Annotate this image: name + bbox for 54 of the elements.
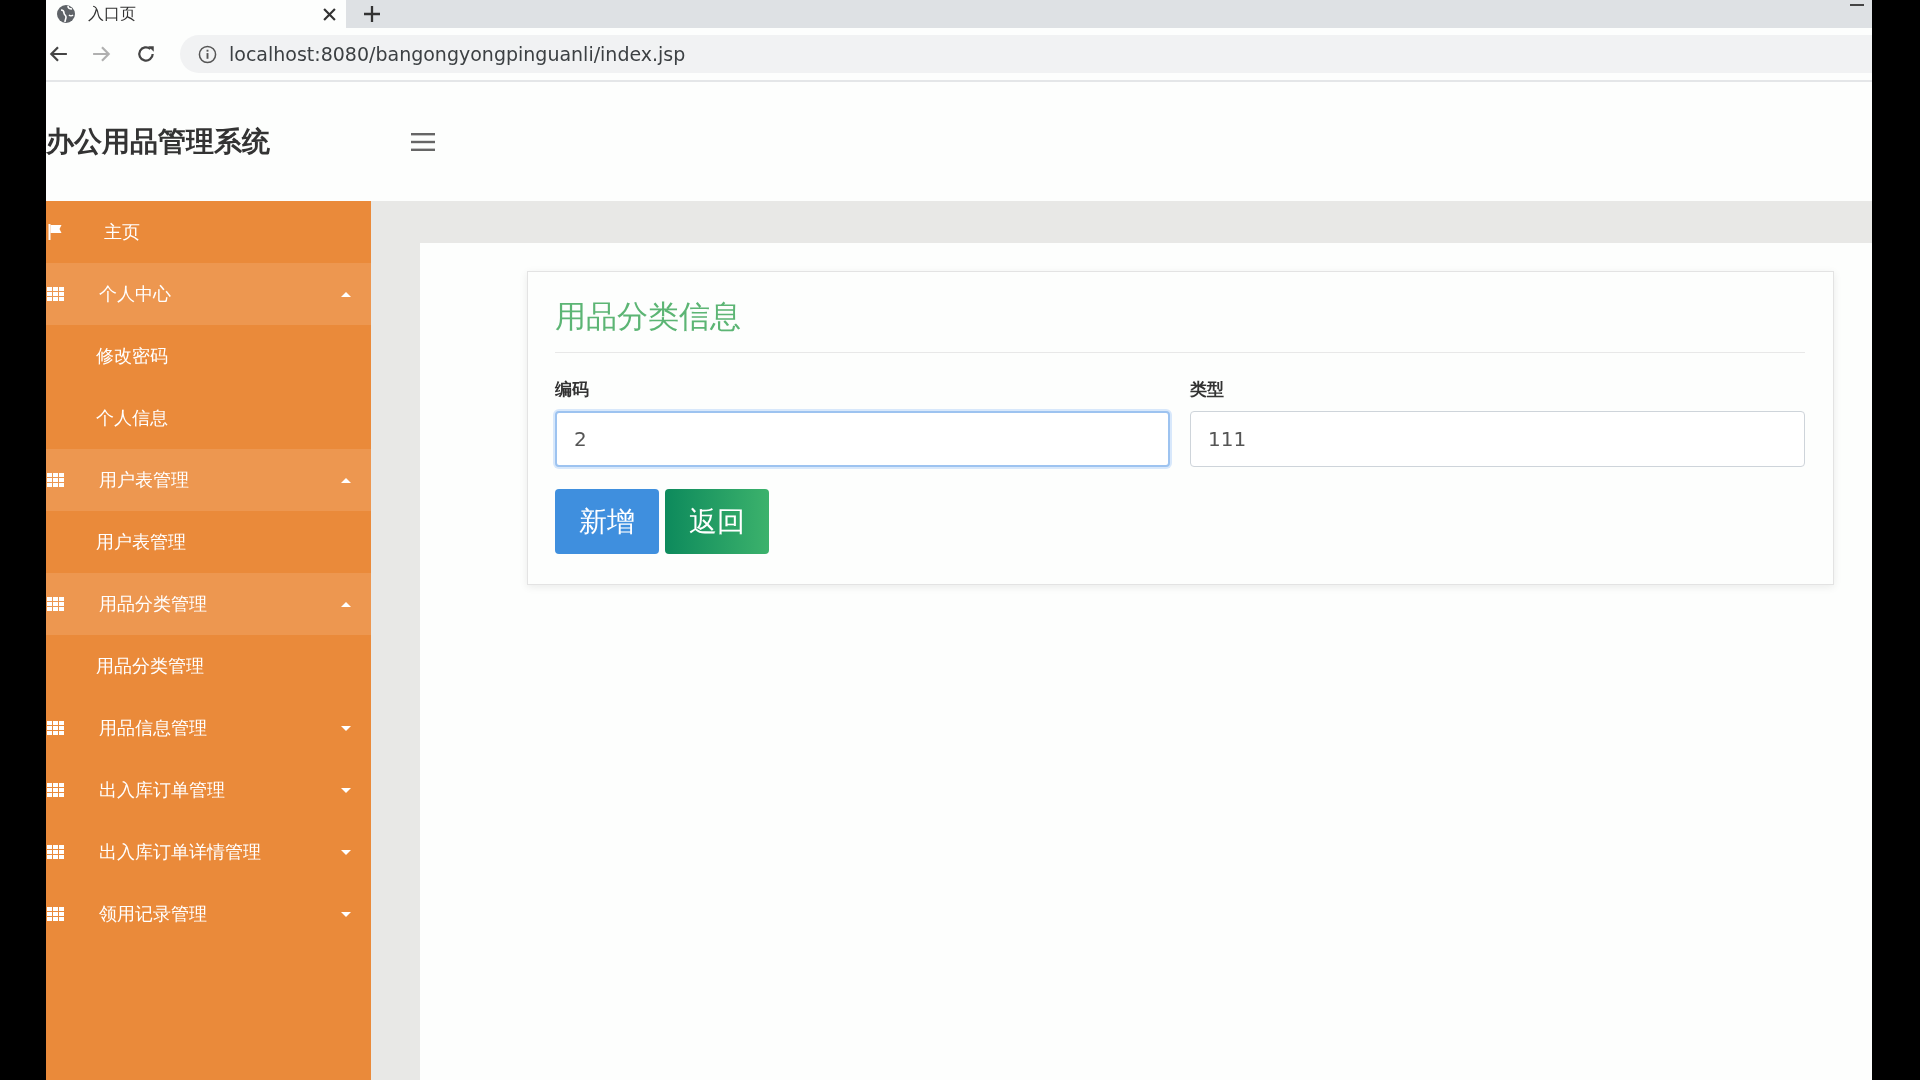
reload-icon[interactable] (136, 44, 156, 64)
form-title: 用品分类信息 (555, 296, 1805, 353)
field-label: 编码 (555, 378, 590, 401)
caret-icon (341, 477, 351, 483)
grid-icon (47, 287, 64, 301)
caret-icon (341, 849, 351, 855)
input-field[interactable]: 2 (555, 411, 1170, 467)
close-icon[interactable] (323, 7, 336, 21)
sidebar-link[interactable]: 主页 (46, 201, 371, 263)
sidebar-label: 个人中心 (99, 282, 172, 306)
back-icon[interactable] (48, 44, 68, 64)
caret-icon (341, 725, 351, 731)
caret-icon (341, 787, 351, 793)
sidebar-subitem[interactable]: 用品分类管理 (46, 635, 371, 697)
sidebar-label: 出入库订单详情管理 (99, 840, 262, 864)
grid-icon (47, 597, 64, 611)
sidebar-subitem[interactable]: 用户表管理 (46, 511, 371, 573)
caret-icon (341, 601, 351, 607)
sidebar-group[interactable]: 个人中心 (46, 263, 371, 325)
flag-icon (47, 224, 64, 240)
grid-icon (47, 473, 64, 487)
sidebar-label: 用户表管理 (99, 468, 190, 492)
sidebar-label: 出入库订单管理 (99, 778, 226, 802)
sidebar-group[interactable]: 出入库订单管理 (46, 759, 371, 821)
sidebar-label: 领用记录管理 (99, 902, 208, 926)
app-title: 办公用品管理系统 (46, 123, 271, 160)
sidebar-group[interactable]: 用品分类管理 (46, 573, 371, 635)
input-field[interactable]: 111 (1190, 411, 1805, 467)
grid-icon (47, 783, 64, 797)
url-text: localhost:8080/bangongyongpinguanli/index.jsp (229, 43, 686, 65)
sidebar-group[interactable]: 出入库订单详情管理 (46, 821, 371, 883)
add-button[interactable]: 新增 (555, 489, 659, 554)
sidebar-subitem[interactable]: 个人信息 (46, 387, 371, 449)
caret-icon (341, 911, 351, 917)
grid-icon (47, 907, 64, 921)
tab-title: 入口页 (88, 3, 137, 25)
sidebar-label: 主页 (104, 220, 141, 244)
caret-icon (341, 291, 351, 297)
sidebar-group[interactable]: 用品信息管理 (46, 697, 371, 759)
sidebar-group[interactable]: 领用记录管理 (46, 883, 371, 945)
menu-icon[interactable] (411, 132, 435, 151)
address-bar[interactable]: localhost:8080/bangongyongpinguanli/index.jsp (180, 35, 1872, 73)
sidebar-group[interactable]: 用户表管理 (46, 449, 371, 511)
grid-icon (47, 721, 64, 735)
sidebar-subitem[interactable]: 修改密码 (46, 325, 371, 387)
grid-icon (47, 845, 64, 859)
new-tab-icon[interactable] (364, 6, 380, 22)
sidebar-label: 用品信息管理 (99, 716, 208, 740)
browser-tab[interactable]: 入口页 (46, 0, 346, 28)
info-icon[interactable] (198, 44, 217, 64)
sidebar-label: 用品分类管理 (99, 592, 208, 616)
field-label: 类型 (1190, 378, 1225, 401)
globe-icon (56, 4, 76, 24)
back-button[interactable]: 返回 (665, 489, 769, 554)
